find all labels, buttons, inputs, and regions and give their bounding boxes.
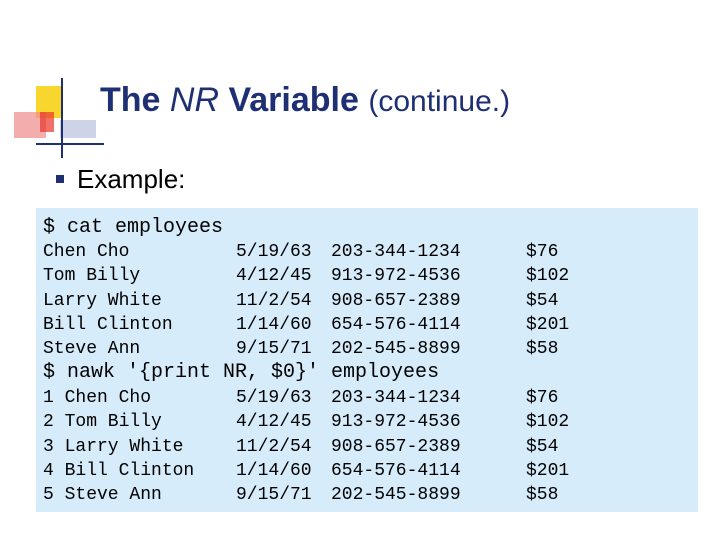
employee-date: 4/12/45: [236, 266, 312, 287]
title-word-nr: NR: [169, 81, 220, 119]
employee-phone: 913-972-4536: [331, 412, 461, 433]
employee-amount: $58: [526, 485, 559, 506]
bullet-text: Example:: [77, 164, 186, 194]
employee-phone: 203-344-1234: [331, 388, 461, 408]
employee-date: 5/19/63: [236, 388, 312, 408]
title-continued: (continue.): [368, 85, 511, 118]
output-row: 4 Bill Clinton 1/14/60 654-576-4114 $201: [43, 459, 693, 483]
employee-phone: 654-576-4114: [331, 314, 461, 335]
employee-name: Tom Billy: [43, 266, 141, 287]
employee-phone: 913-972-4536: [331, 266, 461, 287]
employee-amount: $76: [526, 242, 559, 262]
employee-phone: 203-344-1234: [331, 242, 461, 262]
employee-amount: $54: [526, 436, 559, 457]
employee-amount: $102: [526, 266, 570, 287]
slide-corner-decoration: [14, 78, 104, 158]
employee-date: 1/14/60: [236, 460, 312, 481]
employee-name: Chen Cho: [43, 242, 130, 262]
employee-name: 2 Tom Billy: [43, 412, 162, 433]
employee-date: 4/12/45: [236, 412, 312, 433]
bullet-square-icon: [56, 175, 64, 183]
output-row: Chen Cho 5/19/63 203-344-1234 $76: [43, 240, 693, 264]
output-row: 2 Tom Billy 4/12/45 913-972-4536 $102: [43, 410, 693, 434]
employee-phone: 202-545-8899: [331, 485, 461, 506]
employee-phone: 908-657-2389: [331, 290, 461, 311]
output-row: Bill Clinton 1/14/60 654-576-4114 $201: [43, 313, 693, 337]
employee-name: 5 Steve Ann: [43, 485, 162, 506]
employee-name: Steve Ann: [43, 339, 141, 360]
employee-phone: 908-657-2389: [331, 436, 461, 457]
output-row: 3 Larry White 11/2/54 908-657-2389 $54: [43, 435, 693, 459]
employee-amount: $76: [526, 388, 559, 408]
employee-date: 1/14/60: [236, 314, 312, 335]
output-row: 1 Chen Cho 5/19/63 203-344-1234 $76: [43, 386, 693, 410]
employee-name: Larry White: [43, 290, 162, 311]
employee-date: 9/15/71: [236, 339, 312, 360]
employee-amount: $58: [526, 339, 559, 360]
slide-title: The NR Variable (continue.): [100, 72, 510, 130]
employee-phone: 202-545-8899: [331, 339, 461, 360]
title-word-the: The: [100, 81, 161, 119]
title-word-variable: Variable: [228, 81, 359, 119]
employee-date: 11/2/54: [236, 290, 312, 311]
employee-date: 11/2/54: [236, 436, 312, 457]
employee-phone: 654-576-4114: [331, 460, 461, 481]
command-cat: $ cat employees: [43, 216, 224, 239]
employee-name: Bill Clinton: [43, 314, 173, 335]
employee-name: 3 Larry White: [43, 436, 184, 457]
output-row: Steve Ann 9/15/71 202-545-8899 $58: [43, 337, 693, 361]
employee-amount: $102: [526, 412, 570, 433]
employee-amount: $201: [526, 314, 570, 335]
command-nawk: $ nawk '{print NR, $0}' employees: [43, 361, 440, 384]
employee-amount: $201: [526, 460, 570, 481]
employee-date: 5/19/63: [236, 242, 312, 262]
output-row: Larry White 11/2/54 908-657-2389 $54: [43, 289, 693, 313]
employee-date: 9/15/71: [236, 485, 312, 506]
employee-amount: $54: [526, 290, 559, 311]
output-row: Tom Billy 4/12/45 913-972-4536 $102: [43, 264, 693, 288]
output-row: 5 Steve Ann 9/15/71 202-545-8899 $58: [43, 483, 693, 507]
employee-name: 1 Chen Cho: [43, 388, 152, 408]
employee-name: 4 Bill Clinton: [43, 460, 195, 481]
